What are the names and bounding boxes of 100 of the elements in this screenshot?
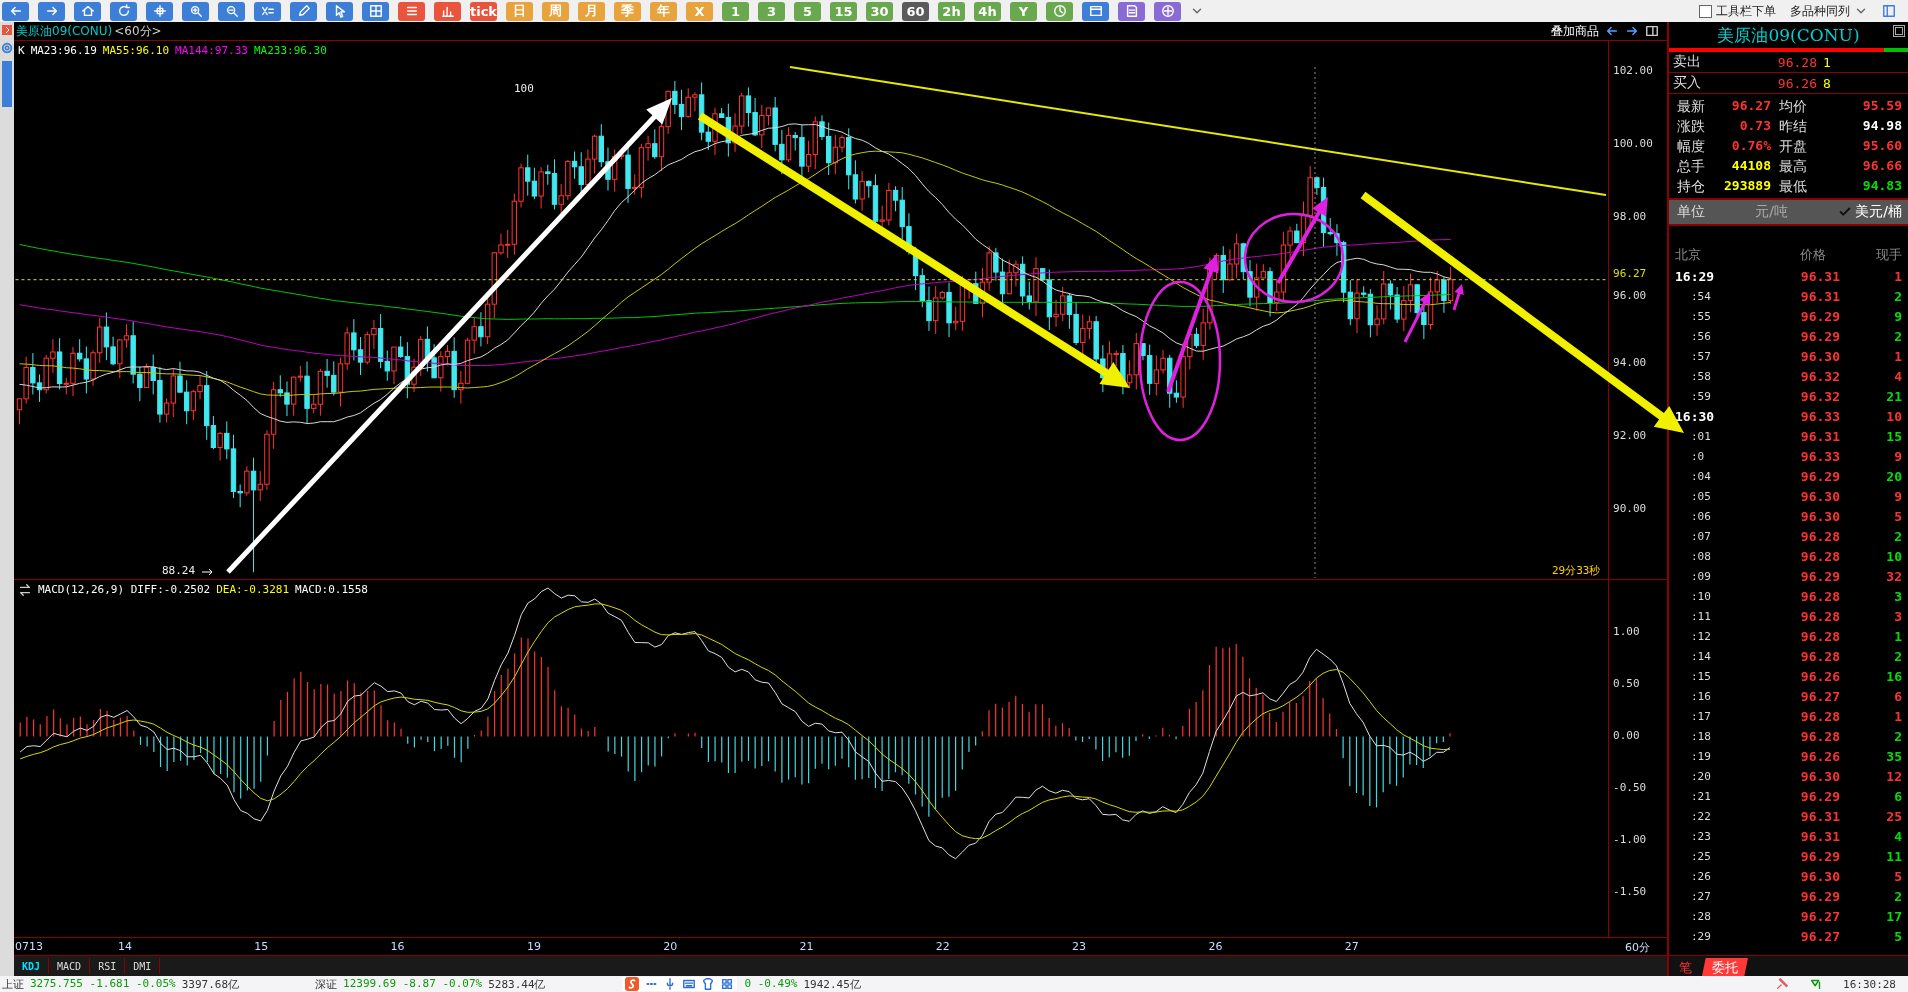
toolbar-button[interactable] xyxy=(38,1,65,21)
tick-time: :08 xyxy=(1690,549,1712,563)
tick-price: 96.28 xyxy=(1799,548,1841,564)
period-button[interactable]: 日 xyxy=(506,1,533,21)
period-button[interactable]: 4h xyxy=(974,1,1001,21)
low-price-label: 88.24 xyxy=(162,564,196,577)
tick-time: :59 xyxy=(1690,389,1712,403)
toolbar-button[interactable] xyxy=(254,1,281,21)
tick-time: :28 xyxy=(1690,909,1712,923)
price-axis-label: 96.00 xyxy=(1613,289,1647,302)
pencil-icon xyxy=(296,4,311,18)
tick-price: 96.29 xyxy=(1799,788,1841,804)
period-button[interactable]: 60 xyxy=(902,1,929,21)
time-axis-label: 21 xyxy=(799,940,814,953)
time-axis-label: 15 xyxy=(254,940,269,953)
tick-price: 96.28 xyxy=(1799,628,1841,644)
toolbar-button[interactable] xyxy=(1082,1,1109,21)
period-button[interactable]: 1 xyxy=(722,1,749,21)
tick-time: :01 xyxy=(1690,429,1712,443)
tick-price: 96.29 xyxy=(1799,308,1841,324)
tick-price: 96.26 xyxy=(1799,668,1841,684)
toolbar-button[interactable] xyxy=(218,1,245,21)
period-button[interactable]: 15 xyxy=(830,1,857,21)
macd-axis-label: -1.50 xyxy=(1613,885,1647,898)
tick-volume: 2 xyxy=(1893,648,1902,664)
column-header: 北京 xyxy=(1675,246,1702,264)
tick-volume: 35 xyxy=(1885,748,1902,764)
grid-icon xyxy=(719,977,734,991)
time-axis-label: 20 xyxy=(663,940,678,953)
check-icon xyxy=(1838,205,1853,219)
indicator-tab[interactable]: RSI xyxy=(90,958,126,974)
period-button[interactable]: 月 xyxy=(578,1,605,21)
toolbar-button[interactable] xyxy=(1118,1,1145,21)
tick-price: 96.29 xyxy=(1799,568,1841,584)
tick-volume: 16 xyxy=(1885,668,1902,684)
toolbar-button[interactable] xyxy=(326,1,353,21)
period-button[interactable]: 2h xyxy=(938,1,965,21)
tick-volume: 1 xyxy=(1893,628,1902,644)
tick-price: 96.28 xyxy=(1799,608,1841,624)
time-axis-label: 22 xyxy=(935,940,950,953)
period-button[interactable]: X xyxy=(686,1,713,21)
period-button[interactable]: 30 xyxy=(866,1,893,21)
indicator-tab[interactable]: MACD xyxy=(49,958,91,974)
toolbar-button[interactable] xyxy=(110,1,137,21)
period-button[interactable]: 年 xyxy=(650,1,677,21)
period-button[interactable]: 季 xyxy=(614,1,641,21)
maximize-icon[interactable] xyxy=(1893,25,1905,37)
tick-price: 96.30 xyxy=(1799,508,1841,524)
tick-price: 96.31 xyxy=(1799,288,1841,304)
index-turnover: 5283.44亿 xyxy=(488,976,546,992)
tick-volume: 32 xyxy=(1885,568,1902,584)
period-button[interactable]: tick xyxy=(470,1,497,21)
checkbox[interactable] xyxy=(1699,4,1712,18)
keyboard-icon xyxy=(681,977,696,991)
toolbar-button[interactable] xyxy=(434,1,461,21)
toolbar-button[interactable] xyxy=(2,1,29,21)
tick-price: 96.29 xyxy=(1799,888,1841,904)
tab[interactable]: 委托 xyxy=(1702,958,1748,976)
unit-option[interactable]: 元/吨 xyxy=(1755,203,1788,221)
tick-time: :22 xyxy=(1690,809,1712,823)
tab[interactable]: 笔 xyxy=(1669,958,1702,976)
macd-axis-label: 0.00 xyxy=(1613,729,1640,742)
tick-price: 96.28 xyxy=(1799,648,1841,664)
tick-price: 96.28 xyxy=(1799,728,1841,744)
period-button[interactable]: 周 xyxy=(542,1,569,21)
price-axis-label: 90.00 xyxy=(1613,502,1647,515)
toolbar-button[interactable] xyxy=(362,1,389,21)
toolbar-button[interactable] xyxy=(74,1,101,21)
indicator-tab[interactable]: KDJ xyxy=(14,958,50,974)
toolbar-button[interactable] xyxy=(398,1,425,21)
collapse-icon[interactable] xyxy=(2,25,12,35)
toolbar-button[interactable] xyxy=(1154,1,1181,21)
tick-volume: 15 xyxy=(1885,428,1902,444)
toolbar-button[interactable] xyxy=(1046,1,1073,21)
overlay-button[interactable]: 叠加商品 xyxy=(1551,22,1599,40)
price-axis-label: 98.00 xyxy=(1613,210,1647,223)
tick-price: 96.30 xyxy=(1799,488,1841,504)
checkbox-label: 工具栏下单 xyxy=(1716,2,1776,20)
tick-volume: 20 xyxy=(1885,468,1902,484)
legend-item: MA233:96.30 xyxy=(253,44,327,57)
tick-price: 96.26 xyxy=(1799,748,1841,764)
chart-title: 美原油09(CONU) xyxy=(16,22,113,40)
dropdown-label[interactable]: 多品种同列 xyxy=(1790,2,1850,20)
toolbar-button[interactable] xyxy=(146,1,173,21)
period-button[interactable]: 3 xyxy=(758,1,785,21)
toolbar-button[interactable] xyxy=(182,1,209,21)
tick-time: :23 xyxy=(1690,829,1712,843)
tick-price: 96.32 xyxy=(1799,388,1841,404)
time-axis-label: 23 xyxy=(1072,940,1087,953)
unit-option[interactable]: 美元/桶 xyxy=(1838,203,1902,221)
period-button[interactable]: Y xyxy=(1010,1,1037,21)
tick-volume: 2 xyxy=(1893,328,1902,344)
tick-time: :29 xyxy=(1690,929,1712,943)
period-button[interactable]: 5 xyxy=(794,1,821,21)
ime-logo-icon[interactable] xyxy=(624,977,639,991)
tick-time: :19 xyxy=(1690,749,1712,763)
tick-time: :25 xyxy=(1690,849,1712,863)
indicator-tab[interactable]: DMI xyxy=(125,958,161,974)
legend-item: MA23:96.19 xyxy=(30,44,97,57)
toolbar-button[interactable] xyxy=(290,1,317,21)
